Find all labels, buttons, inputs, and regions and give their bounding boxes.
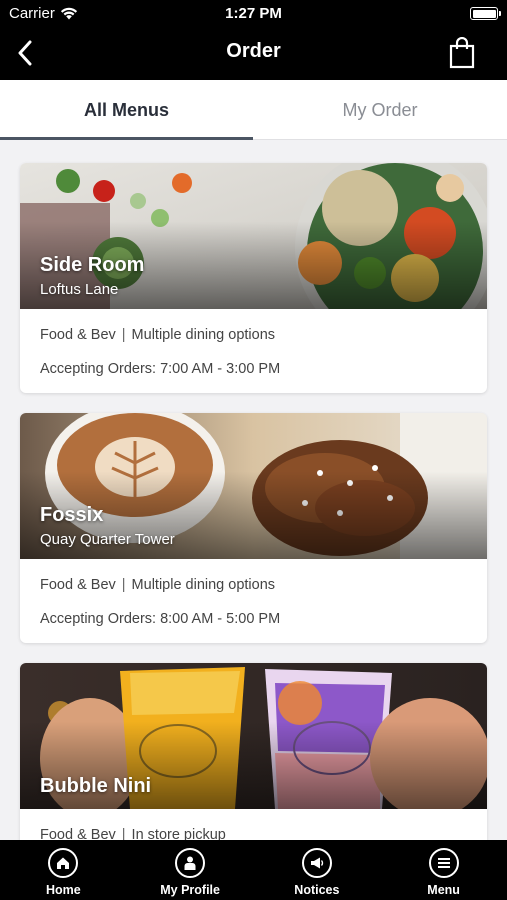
menu-icon: [428, 848, 459, 878]
venue-image: Bubble Nini: [20, 663, 487, 809]
status-time: 1:27 PM: [225, 5, 282, 22]
home-icon: [48, 848, 79, 878]
venue-category: Food & Bev: [40, 577, 116, 593]
bottom-tab-bar: Home My Profile Notices Menu: [0, 840, 507, 900]
status-bar: Carrier 1:27 PM: [0, 0, 507, 28]
navigation-bar: Order: [0, 28, 507, 80]
shopping-bag-icon: [449, 36, 475, 69]
profile-icon: [175, 848, 206, 878]
venue-name: Bubble Nini: [40, 775, 152, 797]
venue-category: Food & Bev: [40, 827, 116, 840]
order-screen: Carrier 1:27 PM Order All Menus My Order…: [0, 0, 507, 900]
tab-all-menus[interactable]: All Menus: [0, 80, 253, 140]
tab-my-order[interactable]: My Order: [253, 80, 507, 140]
venue-location: Loftus Lane: [40, 281, 119, 298]
venue-hours: Accepting Orders: 7:00 AM - 3:00 PM: [40, 361, 281, 377]
menu-tabs: All Menus My Order: [0, 80, 507, 140]
page-title: Order: [226, 40, 281, 62]
venue-details: Food & Bev | Multiple dining options Acc…: [20, 559, 487, 643]
tabbar-label: Home: [46, 883, 81, 897]
venue-card-side-room[interactable]: Side Room Loftus Lane Food & Bev | Multi…: [20, 163, 487, 393]
battery-icon: [470, 7, 501, 20]
tabbar-label: My Profile: [160, 883, 220, 897]
venue-tags: Food & Bev | Multiple dining options: [40, 577, 276, 593]
venue-option: Multiple dining options: [131, 327, 276, 343]
tabbar-my-profile[interactable]: My Profile: [127, 840, 254, 900]
venue-category: Food & Bev: [40, 327, 116, 343]
venue-card-fossix[interactable]: Fossix Quay Quarter Tower Food & Bev | M…: [20, 413, 487, 643]
venue-option: In store pickup: [131, 827, 226, 840]
tabbar-label: Menu: [427, 883, 460, 897]
venue-card-bubble-nini[interactable]: Bubble Nini Food & Bev | In store pickup: [20, 663, 487, 840]
venue-image: Fossix Quay Quarter Tower: [20, 413, 487, 559]
venue-location: Quay Quarter Tower: [40, 531, 175, 548]
venue-name: Side Room: [40, 254, 145, 276]
tabbar-label: Notices: [294, 883, 340, 897]
venue-tags: Food & Bev | In store pickup: [40, 827, 467, 840]
top-bar: Carrier 1:27 PM Order: [0, 0, 507, 80]
venue-name: Fossix: [40, 504, 104, 526]
venue-image: Side Room Loftus Lane: [20, 163, 487, 309]
venue-list[interactable]: Side Room Loftus Lane Food & Bev | Multi…: [0, 140, 507, 840]
tabbar-menu[interactable]: Menu: [380, 840, 507, 900]
venue-tags: Food & Bev | Multiple dining options: [40, 327, 276, 343]
venue-details: Food & Bev | In store pickup: [20, 809, 487, 840]
cart-button[interactable]: [449, 36, 475, 69]
megaphone-icon: [301, 848, 332, 878]
tabbar-home[interactable]: Home: [0, 840, 127, 900]
venue-details: Food & Bev | Multiple dining options Acc…: [20, 309, 487, 393]
tabbar-notices[interactable]: Notices: [254, 840, 381, 900]
venue-hours: Accepting Orders: 8:00 AM - 5:00 PM: [40, 611, 281, 627]
venue-option: Multiple dining options: [131, 577, 276, 593]
